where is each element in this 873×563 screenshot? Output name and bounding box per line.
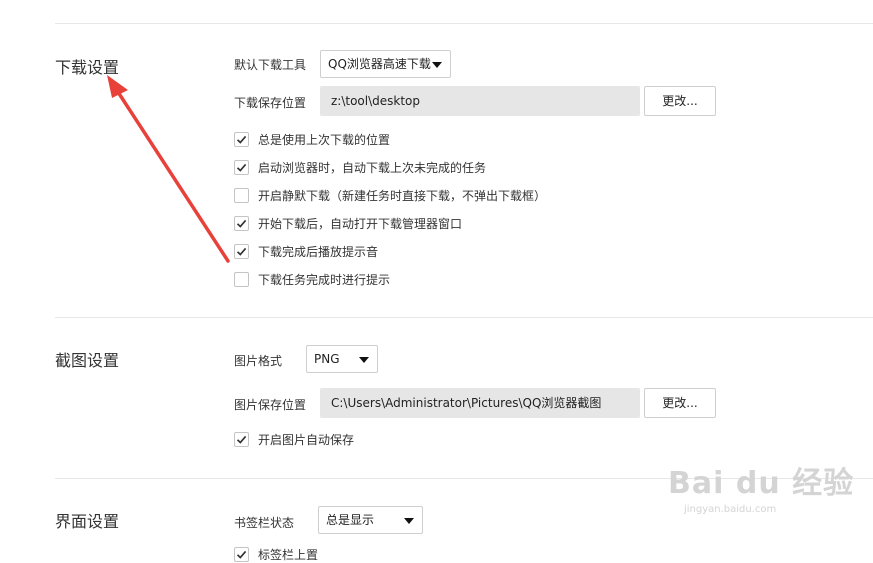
default-download-tool-select[interactable]: QQ浏览器高速下载 bbox=[320, 50, 451, 78]
download-option-label: 下载任务完成时进行提示 bbox=[258, 272, 391, 287]
download-option-row[interactable]: 下载完成后播放提示音 bbox=[234, 242, 378, 260]
download-option-row[interactable]: 启动浏览器时，自动下载上次未完成的任务 bbox=[234, 158, 486, 176]
chevron-down-icon bbox=[359, 357, 369, 363]
section-divider bbox=[55, 317, 873, 318]
download-option-row[interactable]: 开启静默下载（新建任务时直接下载，不弹出下载框） bbox=[234, 186, 546, 204]
download-option-label: 启动浏览器时，自动下载上次未完成的任务 bbox=[258, 160, 487, 175]
download-option-checkbox[interactable] bbox=[234, 159, 249, 175]
tabbar-top-checkbox[interactable] bbox=[234, 546, 249, 562]
autosave-image-option[interactable]: 开启图片自动保存 bbox=[234, 430, 354, 448]
download-section-title: 下载设置 bbox=[55, 58, 120, 77]
autosave-image-checkbox[interactable] bbox=[234, 431, 249, 447]
download-path-label: 下载保存位置 bbox=[234, 96, 307, 110]
download-option-row[interactable]: 开始下载后，自动打开下载管理器窗口 bbox=[234, 214, 462, 232]
top-divider bbox=[55, 23, 873, 24]
checkmark-icon bbox=[236, 163, 247, 172]
download-option-label: 总是使用上次下载的位置 bbox=[258, 132, 391, 147]
checkmark-icon bbox=[236, 219, 247, 228]
screenshot-section-title: 截图设置 bbox=[55, 351, 120, 370]
download-option-checkbox[interactable] bbox=[234, 131, 249, 147]
download-option-row[interactable]: 总是使用上次下载的位置 bbox=[234, 130, 390, 148]
checkmark-icon bbox=[236, 135, 247, 144]
download-path-change-button[interactable]: 更改... bbox=[644, 86, 716, 116]
download-option-checkbox[interactable] bbox=[234, 187, 249, 203]
image-format-value: PNG bbox=[314, 352, 340, 366]
chevron-down-icon bbox=[404, 518, 414, 524]
download-option-checkbox[interactable] bbox=[234, 271, 249, 287]
image-path-change-button[interactable]: 更改... bbox=[644, 388, 716, 418]
download-option-label: 开始下载后，自动打开下载管理器窗口 bbox=[258, 216, 463, 231]
bookmark-bar-label: 书签栏状态 bbox=[234, 516, 295, 530]
autosave-image-label: 开启图片自动保存 bbox=[258, 432, 355, 447]
bookmark-bar-select[interactable]: 总是显示 bbox=[318, 506, 423, 534]
tabbar-top-option[interactable]: 标签栏上置 bbox=[234, 545, 318, 563]
watermark-url: jingyan.baidu.com bbox=[684, 504, 777, 515]
default-download-tool-label: 默认下载工具 bbox=[234, 58, 307, 72]
default-download-tool-value: QQ浏览器高速下载 bbox=[328, 57, 431, 71]
tabbar-top-label: 标签栏上置 bbox=[258, 547, 319, 562]
interface-section-title: 界面设置 bbox=[55, 512, 120, 531]
bookmark-bar-value: 总是显示 bbox=[326, 513, 375, 527]
chevron-down-icon bbox=[432, 62, 442, 68]
download-option-checkbox[interactable] bbox=[234, 215, 249, 231]
checkmark-icon bbox=[236, 247, 247, 256]
download-option-label: 开启静默下载（新建任务时直接下载，不弹出下载框） bbox=[258, 188, 547, 203]
watermark-logo: Bai du 经验 bbox=[668, 466, 855, 501]
download-option-checkbox[interactable] bbox=[234, 243, 249, 259]
download-option-label: 下载完成后播放提示音 bbox=[258, 244, 379, 259]
image-path-label: 图片保存位置 bbox=[234, 398, 307, 412]
checkmark-icon bbox=[236, 435, 247, 444]
download-option-row[interactable]: 下载任务完成时进行提示 bbox=[234, 270, 390, 288]
download-path-field[interactable]: z:\tool\desktop bbox=[320, 86, 640, 116]
image-path-field[interactable]: C:\Users\Administrator\Pictures\QQ浏览器截图 bbox=[320, 388, 640, 418]
image-format-label: 图片格式 bbox=[234, 354, 283, 368]
baidu-jingyan-watermark: Bai du 经验 jingyan.baidu.com bbox=[668, 458, 854, 515]
image-format-select[interactable]: PNG bbox=[306, 345, 378, 373]
